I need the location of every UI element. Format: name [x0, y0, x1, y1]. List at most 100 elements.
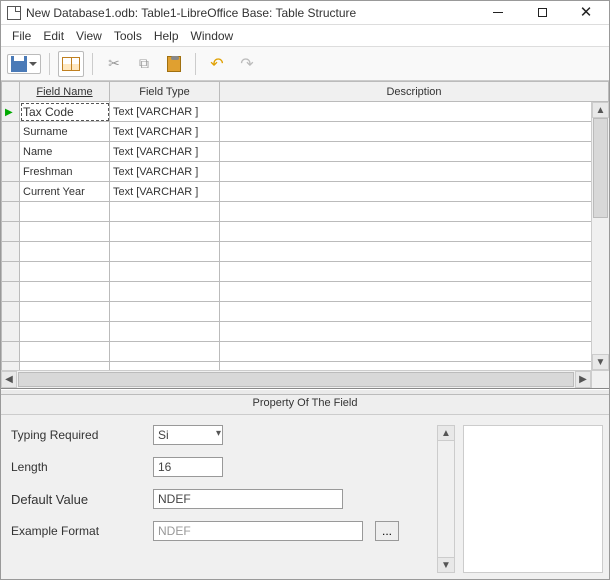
- cell-field-type[interactable]: Text [VARCHAR ]: [110, 162, 220, 182]
- cell-description[interactable]: [220, 282, 609, 302]
- row-selector-header[interactable]: [2, 82, 20, 102]
- typing-required-select[interactable]: [153, 425, 223, 445]
- row-selector[interactable]: [2, 222, 20, 242]
- row-selector[interactable]: [2, 282, 20, 302]
- cell-description[interactable]: [220, 242, 609, 262]
- menu-window[interactable]: Window: [185, 27, 240, 45]
- cut-button[interactable]: ✂: [101, 51, 127, 77]
- cell-field-name[interactable]: [20, 302, 110, 322]
- cell-description[interactable]: [220, 102, 609, 122]
- row-selector[interactable]: ▶: [2, 102, 20, 122]
- cell-field-type[interactable]: Text [VARCHAR ]: [110, 102, 220, 122]
- menu-help[interactable]: Help: [148, 27, 185, 45]
- maximize-button[interactable]: [529, 3, 555, 23]
- cell-field-name[interactable]: Name: [20, 142, 110, 162]
- row-selector[interactable]: [2, 162, 20, 182]
- scroll-right-button[interactable]: ▶: [575, 371, 591, 388]
- save-button[interactable]: [7, 54, 41, 74]
- table-row[interactable]: Current Year Text [VARCHAR ]: [2, 182, 609, 202]
- cell-description[interactable]: [220, 142, 609, 162]
- cell-field-type[interactable]: Text [VARCHAR ]: [110, 122, 220, 142]
- row-selector[interactable]: [2, 302, 20, 322]
- cell-description[interactable]: [220, 202, 609, 222]
- row-selector[interactable]: [2, 182, 20, 202]
- default-value-input[interactable]: [153, 489, 343, 509]
- table-row[interactable]: [2, 262, 609, 282]
- cell-description[interactable]: [220, 182, 609, 202]
- cell-field-name[interactable]: [20, 262, 110, 282]
- scroll-thumb[interactable]: [593, 118, 608, 218]
- property-vertical-scrollbar[interactable]: ▲ ▼: [437, 425, 455, 573]
- length-input[interactable]: [153, 457, 223, 477]
- redo-button[interactable]: ↷: [234, 51, 260, 77]
- menu-view[interactable]: View: [70, 27, 108, 45]
- row-selector[interactable]: [2, 342, 20, 362]
- cell-description[interactable]: [220, 122, 609, 142]
- cell-field-type[interactable]: [110, 342, 220, 362]
- cell-description[interactable]: [220, 262, 609, 282]
- column-header-field-name[interactable]: Field Name: [20, 82, 110, 102]
- cell-field-name[interactable]: Surname: [20, 122, 110, 142]
- cell-field-name[interactable]: [20, 342, 110, 362]
- row-selector[interactable]: [2, 262, 20, 282]
- scroll-up-button[interactable]: ▲: [437, 425, 455, 441]
- fields-table[interactable]: Field Name Field Type Description ▶ Tax …: [1, 81, 609, 382]
- cell-description[interactable]: [220, 342, 609, 362]
- cell-field-type[interactable]: [110, 202, 220, 222]
- cell-field-type[interactable]: [110, 222, 220, 242]
- row-selector[interactable]: [2, 242, 20, 262]
- scroll-down-button[interactable]: ▼: [592, 354, 609, 370]
- table-row[interactable]: [2, 242, 609, 262]
- cell-field-name[interactable]: Freshman: [20, 162, 110, 182]
- scroll-thumb[interactable]: [18, 372, 574, 387]
- horizontal-scrollbar[interactable]: ◀ ▶: [1, 370, 591, 388]
- table-row[interactable]: [2, 202, 609, 222]
- vertical-scrollbar[interactable]: ▲ ▼: [591, 102, 609, 370]
- column-header-description[interactable]: Description: [220, 82, 609, 102]
- cell-field-type[interactable]: [110, 322, 220, 342]
- cell-description[interactable]: [220, 322, 609, 342]
- table-row[interactable]: [2, 302, 609, 322]
- table-row[interactable]: ▶ Tax Code Text [VARCHAR ]: [2, 102, 609, 122]
- table-row[interactable]: Surname Text [VARCHAR ]: [2, 122, 609, 142]
- scroll-up-button[interactable]: ▲: [592, 102, 609, 118]
- table-row[interactable]: Freshman Text [VARCHAR ]: [2, 162, 609, 182]
- row-selector[interactable]: [2, 322, 20, 342]
- scroll-down-button[interactable]: ▼: [437, 557, 455, 573]
- undo-button[interactable]: ↶: [204, 51, 230, 77]
- copy-button[interactable]: ⧉: [131, 51, 157, 77]
- cell-field-type[interactable]: Text [VARCHAR ]: [110, 142, 220, 162]
- table-row[interactable]: [2, 282, 609, 302]
- menu-tools[interactable]: Tools: [108, 27, 148, 45]
- cell-field-name[interactable]: [20, 222, 110, 242]
- table-row[interactable]: [2, 342, 609, 362]
- menu-file[interactable]: File: [6, 27, 37, 45]
- scroll-track[interactable]: [437, 441, 455, 557]
- table-row[interactable]: [2, 222, 609, 242]
- menu-edit[interactable]: Edit: [37, 27, 70, 45]
- cell-field-name[interactable]: Current Year: [20, 182, 110, 202]
- cell-field-type[interactable]: [110, 262, 220, 282]
- cell-field-type[interactable]: [110, 302, 220, 322]
- row-selector[interactable]: [2, 122, 20, 142]
- minimize-button[interactable]: [485, 3, 511, 23]
- cell-description[interactable]: [220, 162, 609, 182]
- cell-description[interactable]: [220, 222, 609, 242]
- cell-field-type[interactable]: [110, 242, 220, 262]
- cell-field-type[interactable]: [110, 282, 220, 302]
- example-format-input[interactable]: [153, 521, 363, 541]
- paste-button[interactable]: [161, 51, 187, 77]
- table-design-button[interactable]: [58, 51, 84, 77]
- table-row[interactable]: [2, 322, 609, 342]
- cell-field-name[interactable]: [20, 322, 110, 342]
- example-format-browse-button[interactable]: ...: [375, 521, 399, 541]
- row-selector[interactable]: [2, 142, 20, 162]
- row-selector[interactable]: [2, 202, 20, 222]
- cell-field-name[interactable]: [20, 242, 110, 262]
- table-row[interactable]: Name Text [VARCHAR ]: [2, 142, 609, 162]
- cell-field-name[interactable]: [20, 282, 110, 302]
- cell-field-name[interactable]: [20, 202, 110, 222]
- column-header-field-type[interactable]: Field Type: [110, 82, 220, 102]
- cell-field-name[interactable]: Tax Code: [20, 102, 110, 122]
- close-button[interactable]: ✕: [573, 3, 599, 23]
